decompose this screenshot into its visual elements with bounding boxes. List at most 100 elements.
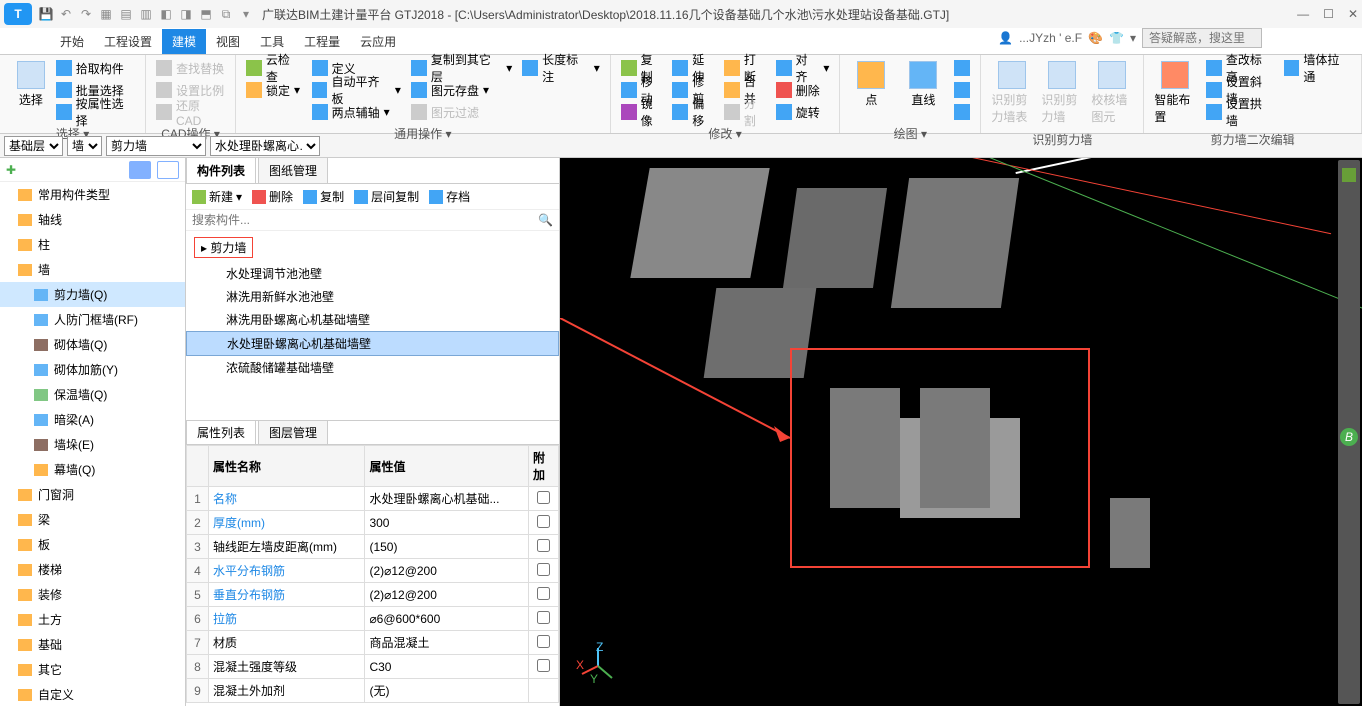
floor-select[interactable]: 基础层 (4, 136, 63, 156)
maximize-button[interactable]: ☐ (1323, 7, 1334, 21)
nav-masonry[interactable]: 砌体墙(Q) (0, 332, 185, 357)
qat-btn[interactable]: ⬒ (198, 6, 214, 22)
rotate[interactable]: 旋转 (774, 101, 832, 123)
user-icon[interactable]: 👤 (998, 31, 1013, 45)
qat-dropdown-icon[interactable]: ▾ (238, 6, 254, 22)
nav-finish[interactable]: 装修 (0, 582, 185, 607)
length-dim[interactable]: 长度标注 ▾ (520, 57, 601, 79)
nav-insulation[interactable]: 保温墙(Q) (0, 382, 185, 407)
nav-curtain[interactable]: 幕墙(Q) (0, 457, 185, 482)
select-by-property[interactable]: 按属性选择 (54, 101, 137, 123)
del-button[interactable]: 删除 (252, 188, 293, 205)
save-element[interactable]: 图元存盘 ▾ (409, 79, 514, 101)
addon-checkbox[interactable] (537, 611, 550, 624)
smart-layout[interactable]: 智能布置 (1152, 57, 1198, 129)
floor-copy-button[interactable]: 层间复制 (354, 188, 419, 205)
wall-through[interactable]: 墙体拉通 (1282, 57, 1353, 79)
nav-earth[interactable]: 土方 (0, 607, 185, 632)
two-point-aux[interactable]: 两点辅轴 ▾ (310, 101, 403, 123)
nav-reinforce[interactable]: 砌体加筋(Y) (0, 357, 185, 382)
cloud-check[interactable]: 云检查 (244, 57, 304, 79)
qat-btn[interactable]: ▤ (118, 6, 134, 22)
mirror[interactable]: 镜像 (619, 101, 667, 123)
nav-custom[interactable]: 自定义 (0, 682, 185, 706)
nav-foundation[interactable]: 基础 (0, 632, 185, 657)
tab-drawing-mgr[interactable]: 图纸管理 (258, 157, 328, 183)
nav-wall[interactable]: 墙 (0, 257, 185, 282)
palette-icon[interactable]: 🎨 (1088, 31, 1103, 45)
nav-column[interactable]: 柱 (0, 232, 185, 257)
list-item[interactable]: 水处理调节池池壁 (186, 262, 559, 285)
menu-view[interactable]: 视图 (206, 29, 250, 54)
archive-button[interactable]: 存档 (429, 188, 470, 205)
view-grid-icon[interactable] (157, 161, 179, 179)
help-search[interactable] (1142, 28, 1262, 48)
3d-viewport[interactable]: Z X Y B (560, 158, 1362, 706)
shirt-icon[interactable]: 👕 (1109, 31, 1124, 45)
list-item[interactable]: 淋洗用新鲜水池池壁 (186, 285, 559, 308)
nav-other[interactable]: 其它 (0, 657, 185, 682)
nav-slab[interactable]: 板 (0, 532, 185, 557)
copy-button[interactable]: 复制 (303, 188, 344, 205)
addon-checkbox[interactable] (537, 659, 550, 672)
tab-layer[interactable]: 图层管理 (258, 420, 328, 444)
line-button[interactable]: 直线 (900, 57, 946, 123)
close-button[interactable]: ✕ (1348, 7, 1358, 21)
addon-checkbox[interactable] (537, 539, 550, 552)
align[interactable]: 对齐 ▾ (774, 57, 832, 79)
nav-stair[interactable]: 楼梯 (0, 557, 185, 582)
addon-checkbox[interactable] (537, 563, 550, 576)
tab-property[interactable]: 属性列表 (186, 420, 256, 444)
category-select[interactable]: 墙 (67, 136, 102, 156)
lock[interactable]: 锁定 ▾ (244, 79, 304, 101)
nav-axis[interactable]: 轴线 (0, 207, 185, 232)
addon-checkbox[interactable] (537, 635, 550, 648)
nav-common[interactable]: 常用构件类型 (0, 182, 185, 207)
select-button[interactable]: 选择 (8, 57, 54, 123)
list-item[interactable]: 浓硫酸储罐基础墙壁 (186, 356, 559, 379)
delete[interactable]: 删除 (774, 79, 832, 101)
point-button[interactable]: 点 (848, 57, 894, 123)
view-list-icon[interactable] (129, 161, 151, 179)
qat-save-icon[interactable]: 💾 (38, 6, 54, 22)
nav-opening[interactable]: 门窗洞 (0, 482, 185, 507)
qat-btn[interactable]: ⧉ (218, 6, 234, 22)
qat-btn[interactable]: ▥ (138, 6, 154, 22)
addon-checkbox[interactable] (537, 515, 550, 528)
qat-redo-icon[interactable]: ↷ (78, 6, 94, 22)
component-search[interactable] (192, 213, 538, 227)
offset[interactable]: 偏移 (670, 101, 718, 123)
nav-rf[interactable]: 人防门框墙(RF) (0, 307, 185, 332)
nav-hidden-beam[interactable]: 暗梁(A) (0, 407, 185, 432)
menu-model[interactable]: 建模 (162, 29, 206, 54)
new-button[interactable]: 新建 ▾ (192, 188, 242, 205)
component-group-header[interactable]: ▸ 剪力墙 (194, 237, 253, 258)
nav-shearwall[interactable]: 剪力墙(Q) (0, 282, 185, 307)
menu-cloud[interactable]: 云应用 (350, 29, 406, 54)
qat-undo-icon[interactable]: ↶ (58, 6, 74, 22)
qat-btn[interactable]: ▦ (98, 6, 114, 22)
home-icon[interactable] (1342, 168, 1356, 182)
search-icon[interactable]: 🔍 (538, 213, 553, 227)
addon-checkbox[interactable] (537, 587, 550, 600)
menu-quantity[interactable]: 工程量 (294, 29, 350, 54)
copy-to-layer[interactable]: 复制到其它层 ▾ (409, 57, 514, 79)
menu-start[interactable]: 开始 (50, 29, 94, 54)
qat-btn[interactable]: ◨ (178, 6, 194, 22)
nav-pier[interactable]: 墙垛(E) (0, 432, 185, 457)
menu-project[interactable]: 工程设置 (94, 29, 162, 54)
qat-btn[interactable]: ◧ (158, 6, 174, 22)
auto-level[interactable]: 自动平齐板 ▾ (310, 79, 403, 101)
tab-component-list[interactable]: 构件列表 (186, 157, 256, 183)
type-select[interactable]: 剪力墙 (106, 136, 206, 156)
addon-checkbox[interactable] (537, 491, 550, 504)
minimize-button[interactable]: — (1297, 7, 1309, 21)
pick-component[interactable]: 拾取构件 (54, 57, 137, 79)
set-arch[interactable]: 设置拱墙 (1204, 101, 1275, 123)
component-select[interactable]: 水处理卧螺离心… (210, 136, 320, 156)
dropdown-icon[interactable]: ▾ (1130, 31, 1136, 45)
nav-beam[interactable]: 梁 (0, 507, 185, 532)
add-icon[interactable]: ✚ (6, 163, 16, 177)
list-item-selected[interactable]: 水处理卧螺离心机基础墙壁 (186, 331, 559, 356)
list-item[interactable]: 淋洗用卧螺离心机基础墙壁 (186, 308, 559, 331)
